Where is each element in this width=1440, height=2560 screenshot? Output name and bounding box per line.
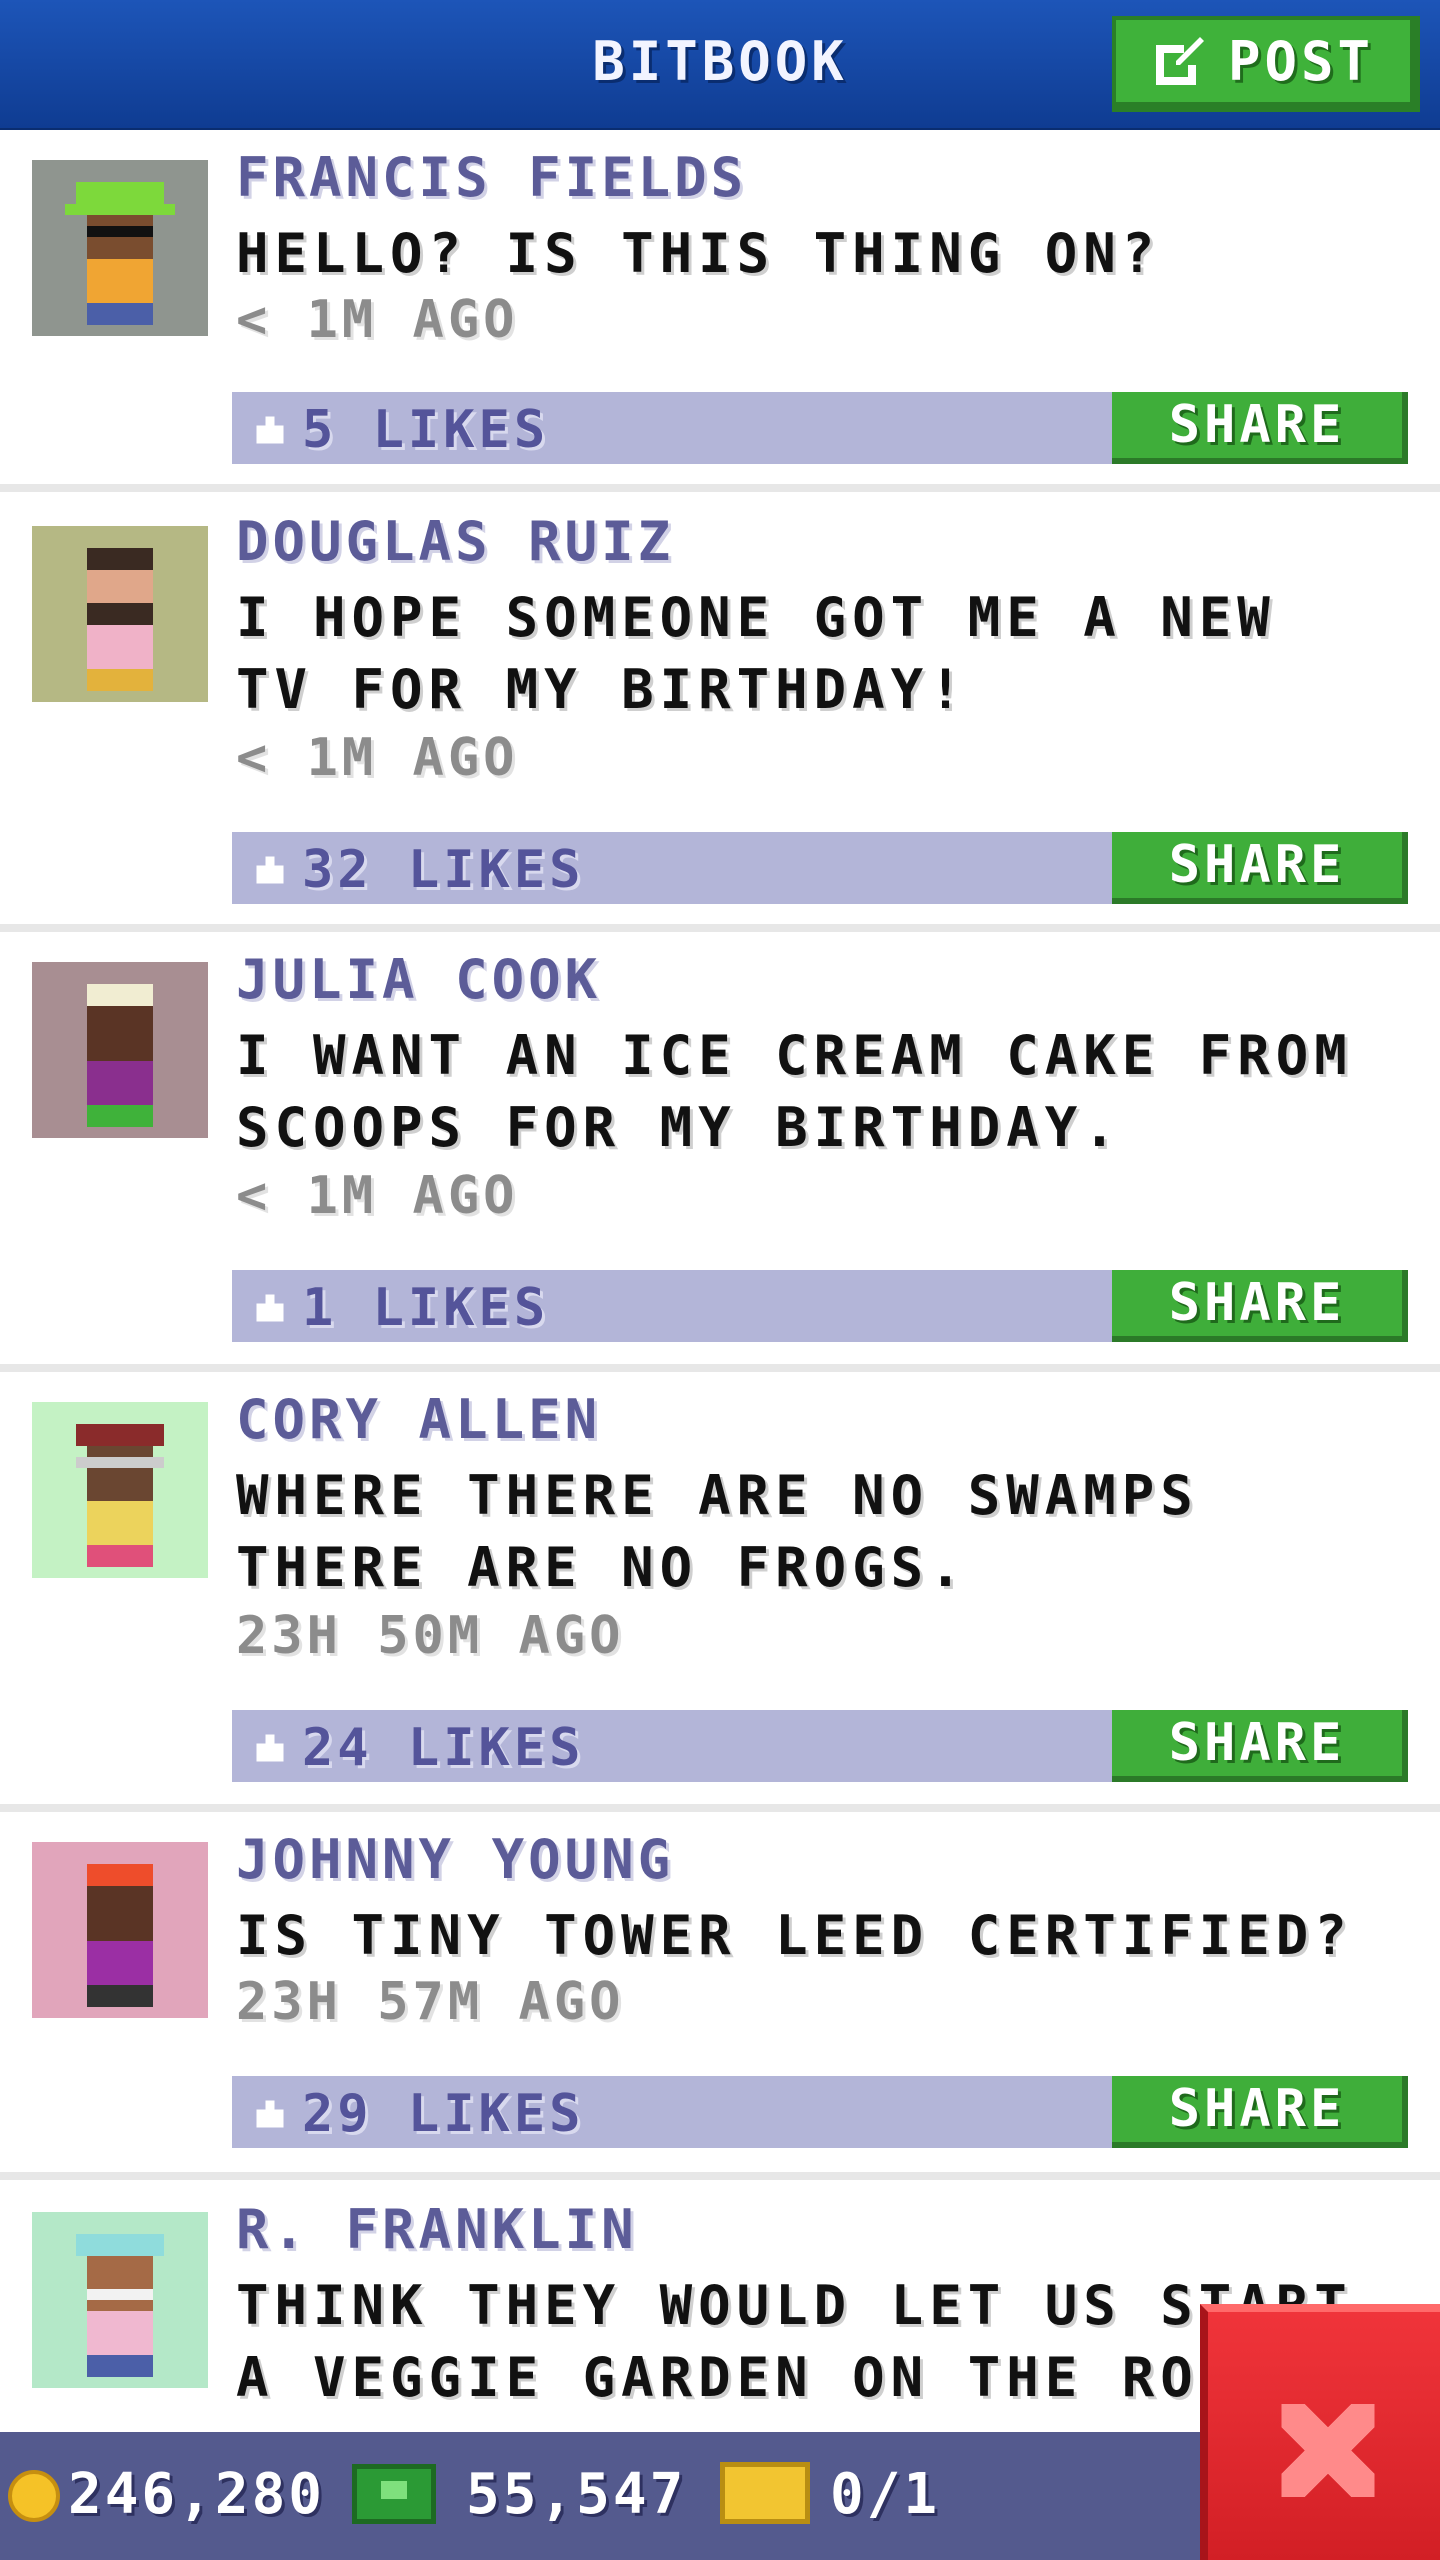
post-time: 23H 57M AGO: [236, 1972, 625, 2032]
share-button[interactable]: SHARE: [1112, 1270, 1408, 1342]
coins-count: 246,280: [68, 2462, 326, 2527]
thumb-icon: [256, 1734, 284, 1762]
avatar: [32, 526, 208, 702]
post-author[interactable]: CORY ALLEN: [236, 1388, 601, 1451]
share-button[interactable]: SHARE: [1112, 832, 1408, 904]
share-button[interactable]: SHARE: [1112, 392, 1408, 464]
thumb-icon: [256, 856, 284, 884]
post-time: < 1M AGO: [236, 1166, 519, 1226]
post-message: I WANT AN ICE CREAM CAKE FROM SCOOPS FOR…: [236, 1024, 1353, 1159]
likes-bar: 1 LIKES SHARE: [232, 1270, 1408, 1342]
feed-post: JULIA COOK I WANT AN ICE CREAM CAKE FROM…: [0, 932, 1440, 1372]
post-author[interactable]: DOUGLAS RUIZ: [236, 510, 674, 573]
likes-count: 32 LIKES: [302, 840, 585, 900]
close-icon: [1281, 2404, 1375, 2497]
likes-bar: 29 LIKES SHARE: [232, 2076, 1408, 2148]
post-time: 23H 50M AGO: [236, 1606, 625, 1666]
likes-bar: 5 LIKES SHARE: [232, 392, 1408, 464]
post-time: < 1M AGO: [236, 728, 519, 788]
likes-count: 5 LIKES: [302, 400, 550, 460]
bux-icon: [352, 2464, 436, 2524]
thumb-icon: [256, 1294, 284, 1322]
close-button[interactable]: [1200, 2304, 1440, 2560]
app-header: BITBOOK POST: [0, 0, 1440, 132]
feed-post: JOHNNY YOUNG IS TINY TOWER LEED CERTIFIE…: [0, 1812, 1440, 2180]
feed-post: CORY ALLEN WHERE THERE ARE NO SWAMPS THE…: [0, 1372, 1440, 1812]
avatar: [32, 160, 208, 336]
bux-count: 55,547: [466, 2462, 687, 2527]
tickets-count: 0/1: [830, 2462, 941, 2527]
coin-icon: [8, 2470, 60, 2522]
post-author[interactable]: FRANCIS FIELDS: [236, 146, 747, 209]
avatar: [32, 962, 208, 1138]
share-button[interactable]: SHARE: [1112, 2076, 1408, 2148]
avatar: [32, 1402, 208, 1578]
post-message: I HOPE SOMEONE GOT ME A NEW TV FOR MY BI…: [236, 586, 1276, 721]
share-button[interactable]: SHARE: [1112, 1710, 1408, 1782]
post-message: IS TINY TOWER LEED CERTIFIED?: [236, 1904, 1353, 1967]
thumb-icon: [256, 2100, 284, 2128]
likes-bar: 24 LIKES SHARE: [232, 1710, 1408, 1782]
post-author[interactable]: JULIA COOK: [236, 948, 601, 1011]
avatar: [32, 1842, 208, 2018]
edit-icon: [1155, 37, 1204, 85]
post-button[interactable]: POST: [1112, 16, 1420, 112]
post-message: WHERE THERE ARE NO SWAMPS THERE ARE NO F…: [236, 1464, 1199, 1599]
ticket-icon: [720, 2462, 810, 2524]
post-button-label: POST: [1227, 29, 1375, 93]
avatar: [32, 2212, 208, 2388]
likes-count: 29 LIKES: [302, 2084, 585, 2144]
post-author[interactable]: R. FRANKLIN: [236, 2198, 638, 2261]
feed-post: FRANCIS FIELDS HELLO? IS THIS THING ON? …: [0, 130, 1440, 492]
thumb-icon: [256, 416, 284, 444]
likes-count: 1 LIKES: [302, 1278, 550, 1338]
post-time: < 1M AGO: [236, 290, 519, 350]
post-message: HELLO? IS THIS THING ON?: [236, 222, 1161, 285]
post-author[interactable]: JOHNNY YOUNG: [236, 1828, 674, 1891]
likes-count: 24 LIKES: [302, 1718, 585, 1778]
likes-bar: 32 LIKES SHARE: [232, 832, 1408, 904]
feed-post: DOUGLAS RUIZ I HOPE SOMEONE GOT ME A NEW…: [0, 492, 1440, 932]
